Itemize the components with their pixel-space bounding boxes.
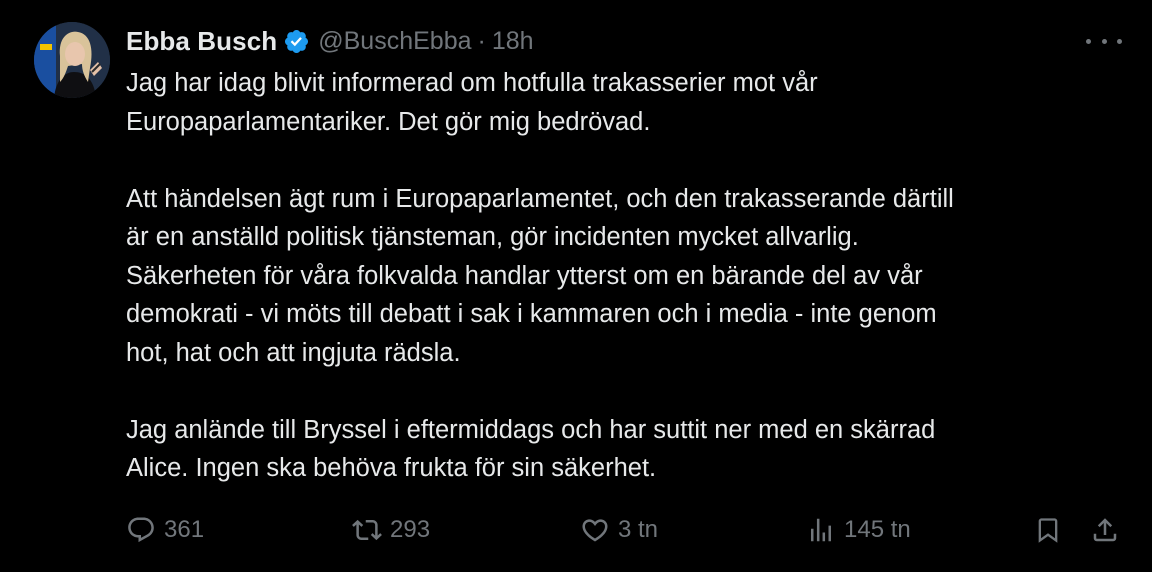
views-button[interactable]: 145 tn (806, 510, 911, 550)
avatar[interactable] (34, 22, 110, 98)
views-icon (806, 515, 836, 545)
tweet-line: Jag har idag blivit informerad om hotful… (126, 69, 818, 97)
tweet-paragraph: Att händelsen ägt rum i Europaparlamente… (126, 180, 1126, 373)
tweet-text: Jag har idag blivit informerad om hotful… (126, 64, 1126, 488)
tweet-line: demokrati - vi möts till debatt i sak i … (126, 300, 937, 328)
tweet: Ebba Busch @BuschEbba · 18h Jag har idag… (0, 0, 1152, 572)
verified-badge-icon[interactable] (283, 28, 310, 55)
more-dot (1086, 38, 1091, 44)
tweet-line: Europaparlamentariker. Det gör mig bedrö… (126, 107, 651, 136)
retweet-count: 293 (390, 516, 431, 543)
tweet-paragraph: Jag har idag blivit informerad om hotful… (126, 64, 1126, 141)
more-dot (1117, 38, 1122, 44)
more-dot (1101, 38, 1107, 44)
reply-count: 361 (164, 516, 205, 543)
timestamp[interactable]: 18h (492, 27, 534, 56)
separator-dot: · (477, 26, 486, 55)
heart-icon (580, 515, 610, 545)
more-icon[interactable] (1086, 28, 1122, 54)
reply-icon (126, 515, 156, 545)
tweet-header: Ebba Busch @BuschEbba · 18h (126, 22, 534, 60)
retweet-button[interactable]: 293 (352, 510, 430, 550)
share-button[interactable] (1090, 510, 1120, 550)
handle[interactable]: @BuschEbba (318, 27, 471, 56)
display-name[interactable]: Ebba Busch (126, 26, 277, 57)
tweet-line: Jag anlände till Bryssel i eftermiddags … (126, 415, 936, 444)
bookmark-icon (1034, 515, 1062, 545)
like-count: 3 tn (618, 516, 659, 543)
views-count: 145 tn (844, 516, 911, 543)
retweet-icon (352, 515, 382, 545)
like-button[interactable]: 3 tn (580, 510, 658, 550)
reply-button[interactable]: 361 (126, 510, 204, 550)
tweet-line: Alice. Ingen ska behöva frukta för sin s… (126, 454, 657, 482)
bookmark-button[interactable] (1034, 510, 1062, 550)
tweet-line: Att händelsen ägt rum i Europaparlamente… (126, 184, 954, 213)
share-icon (1090, 515, 1120, 545)
tweet-line: är en anställd politisk tjänsteman, gör … (126, 223, 859, 251)
tweet-paragraph: Jag anlände till Bryssel i eftermiddags … (126, 411, 1126, 488)
tweet-line: hot, hat och att ingjuta rädsla. (126, 338, 461, 367)
action-bar: 361 293 3 tn 145 tn (0, 510, 1152, 550)
tweet-line: Säkerheten för våra folkvalda handlar yt… (126, 261, 923, 290)
